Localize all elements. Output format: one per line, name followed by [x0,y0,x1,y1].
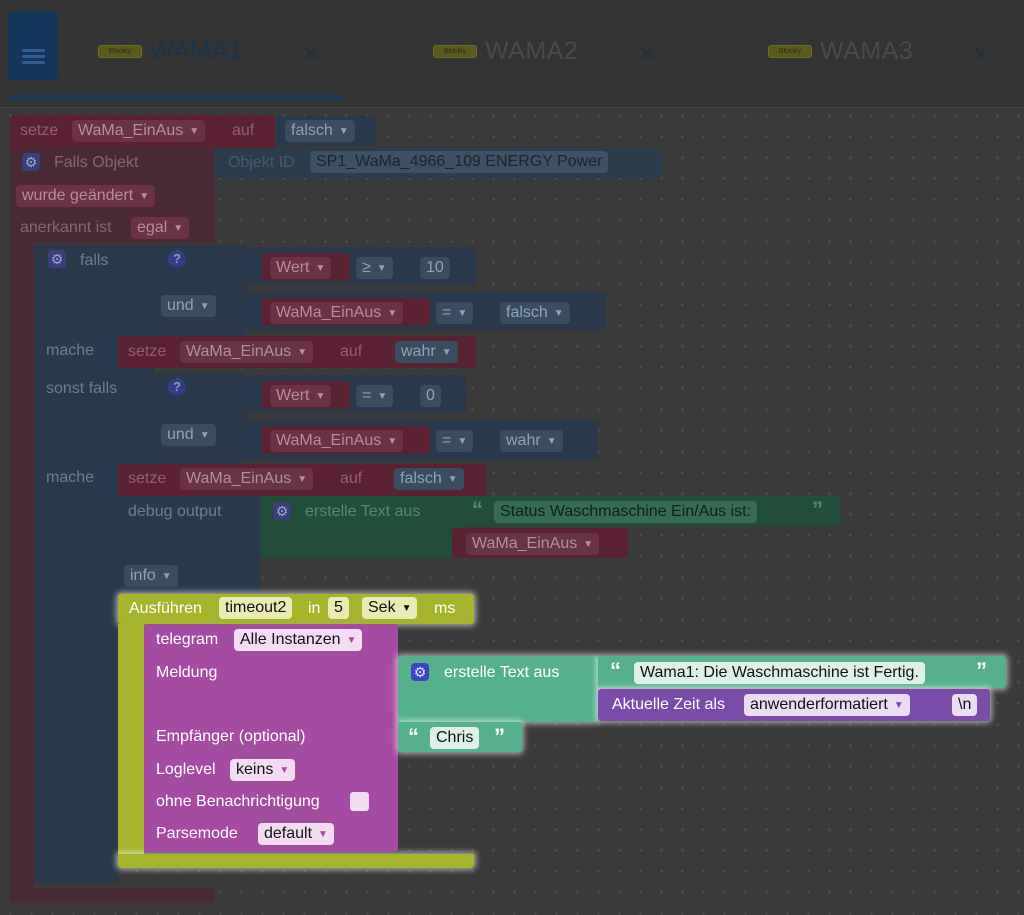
log-level-dropdown[interactable]: info ▼ [124,565,178,587]
execute-label: Ausführen [129,600,202,617]
recipient-label: Empfänger (optional) [156,728,306,745]
to-label: auf [340,470,363,487]
create-text-label: erstelle Text aus [444,664,560,681]
trigger-block-footer [10,888,215,903]
operator-dropdown[interactable]: = ▼ [436,430,474,452]
create-text-label: erstelle Text aus [305,503,421,520]
variable-dropdown[interactable]: WaMa_EinAus ▼ [180,468,314,490]
debug-output-label: debug output [128,503,222,520]
boolean-dropdown[interactable]: falsch ▼ [285,120,355,142]
text-field[interactable]: Status Waschmaschine Ein/Aus ist: [494,501,758,523]
tab-title: WAMA3 [820,36,914,65]
message-label: Meldung [156,664,218,681]
variable-dropdown[interactable]: WaMa_EinAus ▼ [72,120,206,142]
do-label: mache [46,342,95,359]
boolean-dropdown[interactable]: falsch ▼ [500,302,570,324]
value-dropdown[interactable]: Wert ▼ [270,257,332,279]
instance-dropdown[interactable]: Alle Instanzen ▼ [234,629,363,651]
parsemode-label: Parsemode [156,825,238,842]
loglevel-label: Loglevel [156,761,216,778]
variable-dropdown[interactable]: WaMa_EinAus ▼ [180,341,314,363]
blockly-logo-icon: Blockly [98,44,142,58]
timeout-value-field[interactable]: 5 [328,597,349,619]
timeout-name-field[interactable]: timeout2 [219,597,293,619]
tab-bar: Blockly WAMA1 × Blockly WAMA2 × Blockly … [0,0,1024,108]
gear-icon[interactable]: ⚙ [48,250,66,268]
tab-wama2[interactable]: Blockly WAMA2 [433,28,578,74]
variable-dropdown[interactable]: WaMa_EinAus ▼ [270,430,404,452]
boolean-dropdown[interactable]: wahr ▼ [500,430,563,452]
object-id-label: Objekt ID [228,154,295,171]
timeout-block-footer [118,854,474,868]
telegram-label: telegram [156,631,219,648]
close-tab-wama2-icon[interactable]: × [639,40,654,66]
open-quote-icon: “ [472,497,483,522]
boolean-dropdown[interactable]: falsch ▼ [394,468,464,490]
help-icon[interactable]: ? [168,250,186,268]
open-quote-icon: “ [610,658,621,683]
do-label: mache [46,469,95,486]
object-id-field[interactable]: SP1_WaMa_4966_109 ENERGY Power [310,151,609,173]
in-label: in [308,600,321,617]
close-quote-icon: ” [494,724,505,749]
time-unit-dropdown[interactable]: Sek ▼ [362,597,418,619]
menu-icon[interactable] [8,11,58,80]
help-icon[interactable]: ? [168,378,186,396]
set-label: setze [128,470,167,487]
no-notification-label: ohne Benachrichtigung [156,793,320,810]
set-label: setze [20,122,59,139]
open-quote-icon: “ [408,724,419,749]
time-format-dropdown[interactable]: anwenderformatiert ▼ [744,694,910,716]
blockly-logo-icon: Blockly [433,44,477,58]
ms-label: ms [434,600,456,617]
ack-label: anerkannt ist [20,219,112,236]
to-label: auf [232,122,255,139]
gear-icon[interactable]: ⚙ [273,502,291,520]
no-notification-checkbox[interactable] [350,792,369,811]
and-dropdown[interactable]: und ▼ [161,424,216,446]
else-if-label: sonst falls [46,380,118,397]
message-text-field[interactable]: Wama1: Die Waschmaschine ist Fertig. [634,662,925,684]
tab-wama1[interactable]: Blockly WAMA1 [98,28,243,74]
close-tab-wama3-icon[interactable]: × [973,40,988,66]
operator-dropdown[interactable]: = ▼ [436,302,474,324]
number-field[interactable]: 0 [420,385,441,407]
gear-icon[interactable]: ⚙ [22,153,40,171]
close-tab-wama1-icon[interactable]: × [303,40,318,66]
value-dropdown[interactable]: Wert ▼ [270,385,332,407]
if-block-spine [34,493,118,883]
gear-icon[interactable]: ⚙ [411,663,429,681]
blockly-logo-icon: Blockly [768,44,812,58]
close-quote-icon: ” [976,658,987,683]
tab-wama3[interactable]: Blockly WAMA3 [768,28,913,74]
number-field[interactable]: 10 [420,257,450,279]
set-label: setze [128,343,167,360]
variable-dropdown[interactable]: WaMa_EinAus ▼ [466,533,600,555]
operator-dropdown[interactable]: ≥ ▼ [356,257,393,279]
operator-dropdown[interactable]: = ▼ [356,385,394,407]
newline-field[interactable]: \n [952,694,978,716]
trigger-label: Falls Objekt [54,154,139,171]
ack-dropdown[interactable]: egal ▼ [131,217,190,239]
current-time-label: Aktuelle Zeit als [612,696,725,713]
changed-dropdown[interactable]: wurde geändert ▼ [16,185,156,207]
and-block-1[interactable] [154,245,246,290]
parsemode-dropdown[interactable]: default ▼ [258,823,334,845]
to-label: auf [340,343,363,360]
and-dropdown[interactable]: und ▼ [161,295,216,317]
loglevel-dropdown[interactable]: keins ▼ [230,759,296,781]
trigger-block-spine [10,243,34,888]
variable-dropdown[interactable]: WaMa_EinAus ▼ [270,302,404,324]
tab-title: WAMA1 [150,36,244,65]
tab-title: WAMA2 [485,36,579,65]
if-label: falls [80,252,109,269]
boolean-dropdown[interactable]: wahr ▼ [395,341,458,363]
close-quote-icon: ” [812,497,823,522]
timeout-block-spine [118,624,144,854]
active-tab-indicator [10,95,343,99]
recipient-field[interactable]: Chris [430,727,480,749]
